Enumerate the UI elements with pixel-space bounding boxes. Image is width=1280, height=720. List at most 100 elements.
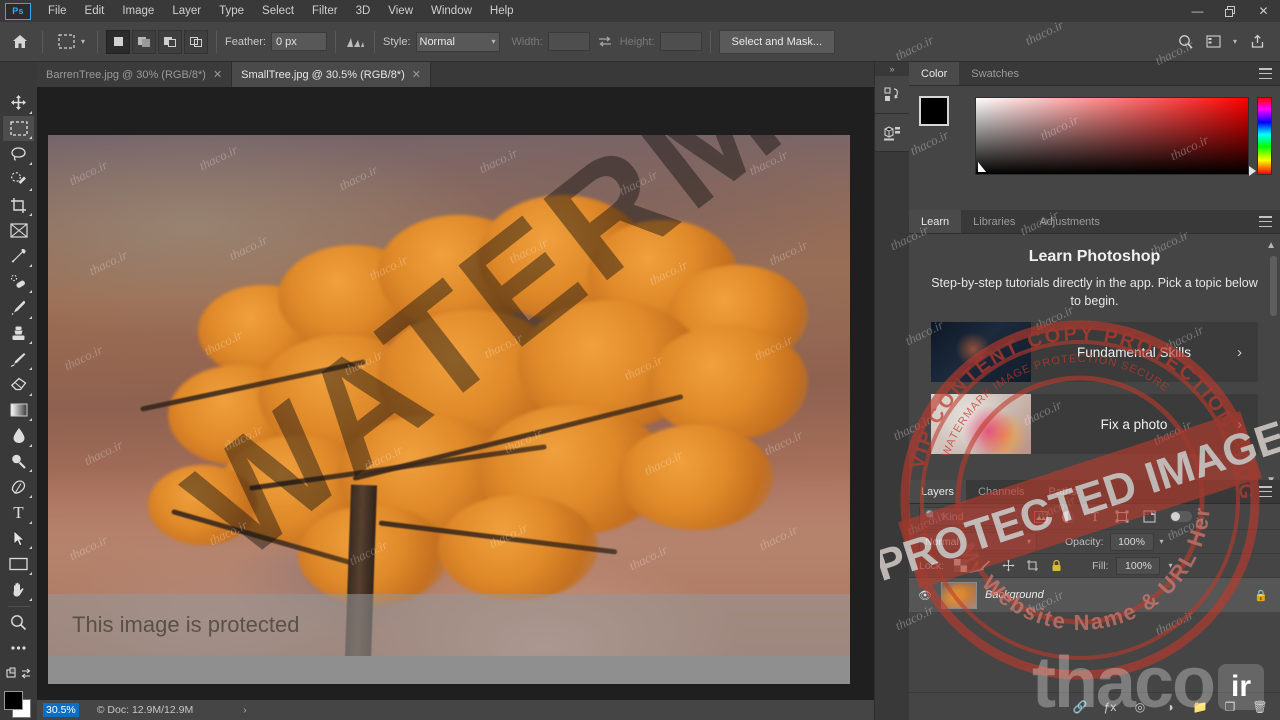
dodge-tool[interactable] — [3, 449, 34, 475]
fill-value[interactable]: 100% — [1116, 556, 1161, 575]
history-brush-tool[interactable] — [3, 346, 34, 372]
screen-mode-button[interactable] — [3, 661, 34, 687]
menu-select[interactable]: Select — [253, 2, 303, 20]
menu-type[interactable]: Type — [210, 2, 253, 20]
lock-transparent-pixels-icon[interactable] — [952, 558, 968, 574]
tab-color[interactable]: Color — [909, 62, 960, 85]
filter-adjustment-icon[interactable] — [1058, 508, 1078, 526]
brush-tool[interactable] — [3, 295, 34, 321]
foreground-color-swatch[interactable] — [919, 96, 949, 126]
color-swatches-tool[interactable] — [3, 690, 34, 720]
anti-alias-icon[interactable] — [344, 31, 366, 53]
color-picker-field[interactable] — [975, 97, 1249, 175]
panel-menu-icon[interactable] — [1259, 68, 1272, 79]
learn-card-fundamental-skills[interactable]: Fundamental Skills › — [931, 322, 1258, 383]
foreground-color-swatch[interactable] — [4, 691, 23, 711]
menu-edit[interactable]: Edit — [76, 2, 114, 20]
chevron-down-icon[interactable]: ▾ — [1160, 537, 1164, 546]
adjustment-layer-icon[interactable]: ◑ — [1162, 700, 1178, 714]
rectangular-marquee-tool[interactable] — [3, 115, 34, 142]
move-tool[interactable] — [3, 90, 34, 116]
swap-width-height-icon[interactable] — [594, 31, 616, 53]
tab-paths[interactable]: Paths — [1036, 480, 1089, 503]
panel-menu-icon[interactable] — [1259, 216, 1272, 227]
tab-smalltree[interactable]: SmallTree.jpg @ 30.5% (RGB/8*) ✕ — [232, 62, 431, 87]
home-icon[interactable] — [6, 29, 34, 55]
path-selection-tool[interactable] — [3, 526, 34, 552]
chevron-down-icon[interactable]: ▾ — [1228, 29, 1242, 55]
gradient-tool[interactable] — [3, 398, 34, 424]
filter-shape-icon[interactable] — [1112, 508, 1132, 526]
minimize-button[interactable]: — — [1181, 0, 1214, 22]
menu-layer[interactable]: Layer — [163, 2, 210, 20]
tab-libraries[interactable]: Libraries — [961, 210, 1028, 233]
blur-tool[interactable] — [3, 423, 34, 449]
edit-toolbar-button[interactable] — [3, 635, 34, 661]
tab-learn[interactable]: Learn — [909, 210, 962, 233]
layer-filter-kind-select[interactable]: 🔍 Kind — [919, 507, 1024, 526]
menu-file[interactable]: File — [39, 2, 76, 20]
feather-input[interactable] — [270, 32, 327, 51]
frame-tool[interactable] — [3, 218, 34, 244]
quick-selection-tool[interactable] — [3, 167, 34, 193]
eyedropper-tool[interactable] — [3, 244, 34, 270]
tab-barrentree[interactable]: BarrenTree.jpg @ 30% (RGB/8*) ✕ — [37, 62, 233, 87]
eraser-tool[interactable] — [3, 372, 34, 398]
opacity-value[interactable]: 100% — [1109, 532, 1154, 551]
share-icon[interactable] — [1244, 29, 1270, 55]
chevron-down-icon[interactable]: ▾ — [1168, 561, 1172, 570]
layer-name[interactable]: Background — [985, 589, 1246, 601]
filter-enable-toggle[interactable] — [1170, 511, 1192, 522]
menu-3d[interactable]: 3D — [347, 2, 380, 20]
layer-style-icon[interactable]: ƒx — [1102, 700, 1118, 714]
width-input[interactable] — [547, 32, 590, 51]
link-layers-icon[interactable]: 🔗 — [1072, 700, 1088, 714]
menu-help[interactable]: Help — [481, 2, 523, 20]
menu-image[interactable]: Image — [113, 2, 163, 20]
canvas-area[interactable]: WATERMARK thaco.ir thaco.ir thaco.ir thaco… — [37, 87, 874, 720]
height-input[interactable] — [659, 32, 702, 51]
layer-mask-icon[interactable]: ◎ — [1132, 700, 1148, 714]
delete-layer-icon[interactable]: 🗑 — [1252, 700, 1268, 714]
horizontal-type-tool[interactable]: T — [3, 500, 34, 526]
scroll-up-icon[interactable]: ▲ — [1266, 240, 1276, 251]
lock-all-icon[interactable] — [1048, 558, 1064, 574]
workspace-icon[interactable] — [1200, 29, 1226, 55]
lock-artboard-nesting-icon[interactable] — [1024, 558, 1040, 574]
menu-view[interactable]: View — [379, 2, 422, 20]
new-group-icon[interactable]: 📁 — [1192, 700, 1208, 714]
tab-layers[interactable]: Layers — [909, 480, 967, 503]
document-canvas[interactable]: WATERMARK thaco.ir thaco.ir thaco.ir thaco… — [48, 135, 850, 656]
select-and-mask-button[interactable]: Select and Mask... — [718, 29, 836, 54]
layer-visibility-icon[interactable]: 👁 — [917, 589, 933, 602]
3d-panel-icon[interactable] — [875, 114, 910, 152]
pen-tool[interactable] — [3, 474, 34, 500]
intersect-with-selection-button[interactable] — [184, 29, 209, 54]
style-select[interactable]: Normal ▾ — [415, 31, 500, 52]
add-to-selection-button[interactable] — [132, 29, 157, 54]
close-icon[interactable]: ✕ — [412, 68, 421, 81]
lasso-tool[interactable] — [3, 141, 34, 167]
filter-type-icon[interactable]: T — [1085, 508, 1105, 526]
learn-scrollbar[interactable] — [1270, 256, 1277, 316]
history-panel-icon[interactable] — [875, 76, 910, 114]
panel-menu-icon[interactable] — [1259, 486, 1272, 497]
filter-smart-object-icon[interactable] — [1139, 508, 1159, 526]
zoom-tool[interactable] — [3, 609, 34, 635]
restore-button[interactable] — [1214, 0, 1247, 22]
blend-mode-select[interactable]: Normal ▾ — [919, 532, 1037, 551]
learn-card-fix-a-photo[interactable]: Fix a photo › — [931, 394, 1258, 455]
expand-panels-icon[interactable]: » — [875, 62, 909, 76]
lock-image-pixels-icon[interactable] — [976, 558, 992, 574]
lock-position-icon[interactable] — [1000, 558, 1016, 574]
filter-pixel-icon[interactable] — [1031, 508, 1051, 526]
close-icon[interactable]: ✕ — [213, 68, 222, 81]
search-icon[interactable] — [1172, 29, 1198, 55]
zoom-level-field[interactable]: 30.5% — [43, 703, 79, 717]
new-selection-button[interactable] — [106, 29, 131, 54]
spot-healing-brush-tool[interactable] — [3, 269, 34, 295]
close-button[interactable]: ✕ — [1247, 0, 1280, 22]
tab-swatches[interactable]: Swatches — [959, 62, 1031, 85]
menu-filter[interactable]: Filter — [303, 2, 347, 20]
tool-preset-picker[interactable]: ▾ — [51, 31, 89, 53]
